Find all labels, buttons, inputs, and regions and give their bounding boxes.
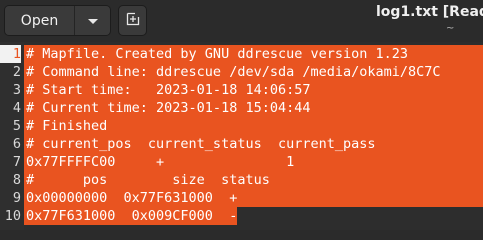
line-number: 5 <box>12 118 21 134</box>
line-text[interactable]: # current_pos current_status current_pas… <box>24 135 483 153</box>
header-bar: Open log1.txt [Read- ~ <box>0 0 483 42</box>
line-text[interactable]: # pos size status <box>24 171 483 189</box>
line-number: 6 <box>12 136 21 152</box>
line-number: 8 <box>12 172 21 188</box>
line-text[interactable]: # Mapfile. Created by GNU ddrescue versi… <box>24 45 483 63</box>
editor-line: 3 # Start time: 2023-01-18 14:06:57 <box>0 81 483 99</box>
open-button-group: Open <box>4 5 111 36</box>
line-number: 10 <box>4 208 21 224</box>
text-editor-window: Open log1.txt [Read- ~ 1 # Mapfile. Crea… <box>0 0 483 230</box>
line-text[interactable]: # Command line: ddrescue /dev/sda /media… <box>24 63 483 81</box>
editor-line: 2 # Command line: ddrescue /dev/sda /med… <box>0 63 483 81</box>
editor-line: 10 0x77F631000 0x009CF000 - <box>0 207 483 225</box>
window-title: log1.txt [Read- <box>376 4 483 20</box>
line-text[interactable]: 0x77F631000 0x009CF000 - <box>24 207 238 225</box>
line-number: 3 <box>12 82 21 98</box>
line-text[interactable]: # Current time: 2023-01-18 15:04:44 <box>24 99 483 117</box>
text-view[interactable]: 1 # Mapfile. Created by GNU ddrescue ver… <box>0 42 483 230</box>
editor-line: 5 # Finished <box>0 117 483 135</box>
line-number: 2 <box>12 64 21 80</box>
editor-line: 6 # current_pos current_status current_p… <box>0 135 483 153</box>
chevron-down-icon <box>87 11 99 30</box>
line-text[interactable]: # Finished <box>24 117 483 135</box>
open-button-label: Open <box>20 12 59 29</box>
open-button[interactable]: Open <box>5 6 75 35</box>
editor-line: 1 # Mapfile. Created by GNU ddrescue ver… <box>0 45 483 63</box>
editor-line: 9 0x00000000 0x77F631000 + <box>0 189 483 207</box>
editor-line: 7 0x77FFFFC00 + 1 <box>0 153 483 171</box>
window-title-area: log1.txt [Read- ~ <box>370 4 483 34</box>
line-text[interactable]: 0x00000000 0x77F631000 + <box>24 189 483 207</box>
new-tab-icon <box>126 11 140 30</box>
line-text[interactable]: # Start time: 2023-01-18 14:06:57 <box>24 81 483 99</box>
line-text[interactable]: 0x77FFFFC00 + 1 <box>24 153 483 171</box>
window-subtitle: ~ <box>446 23 455 34</box>
new-document-button[interactable] <box>118 5 147 36</box>
line-number: 1 <box>0 45 21 63</box>
editor-line: 4 # Current time: 2023-01-18 15:04:44 <box>0 99 483 117</box>
line-number: 7 <box>12 154 21 170</box>
open-menu-button[interactable] <box>75 6 110 35</box>
line-number: 9 <box>12 190 21 206</box>
line-number: 4 <box>12 100 21 116</box>
editor-line: 8 # pos size status <box>0 171 483 189</box>
